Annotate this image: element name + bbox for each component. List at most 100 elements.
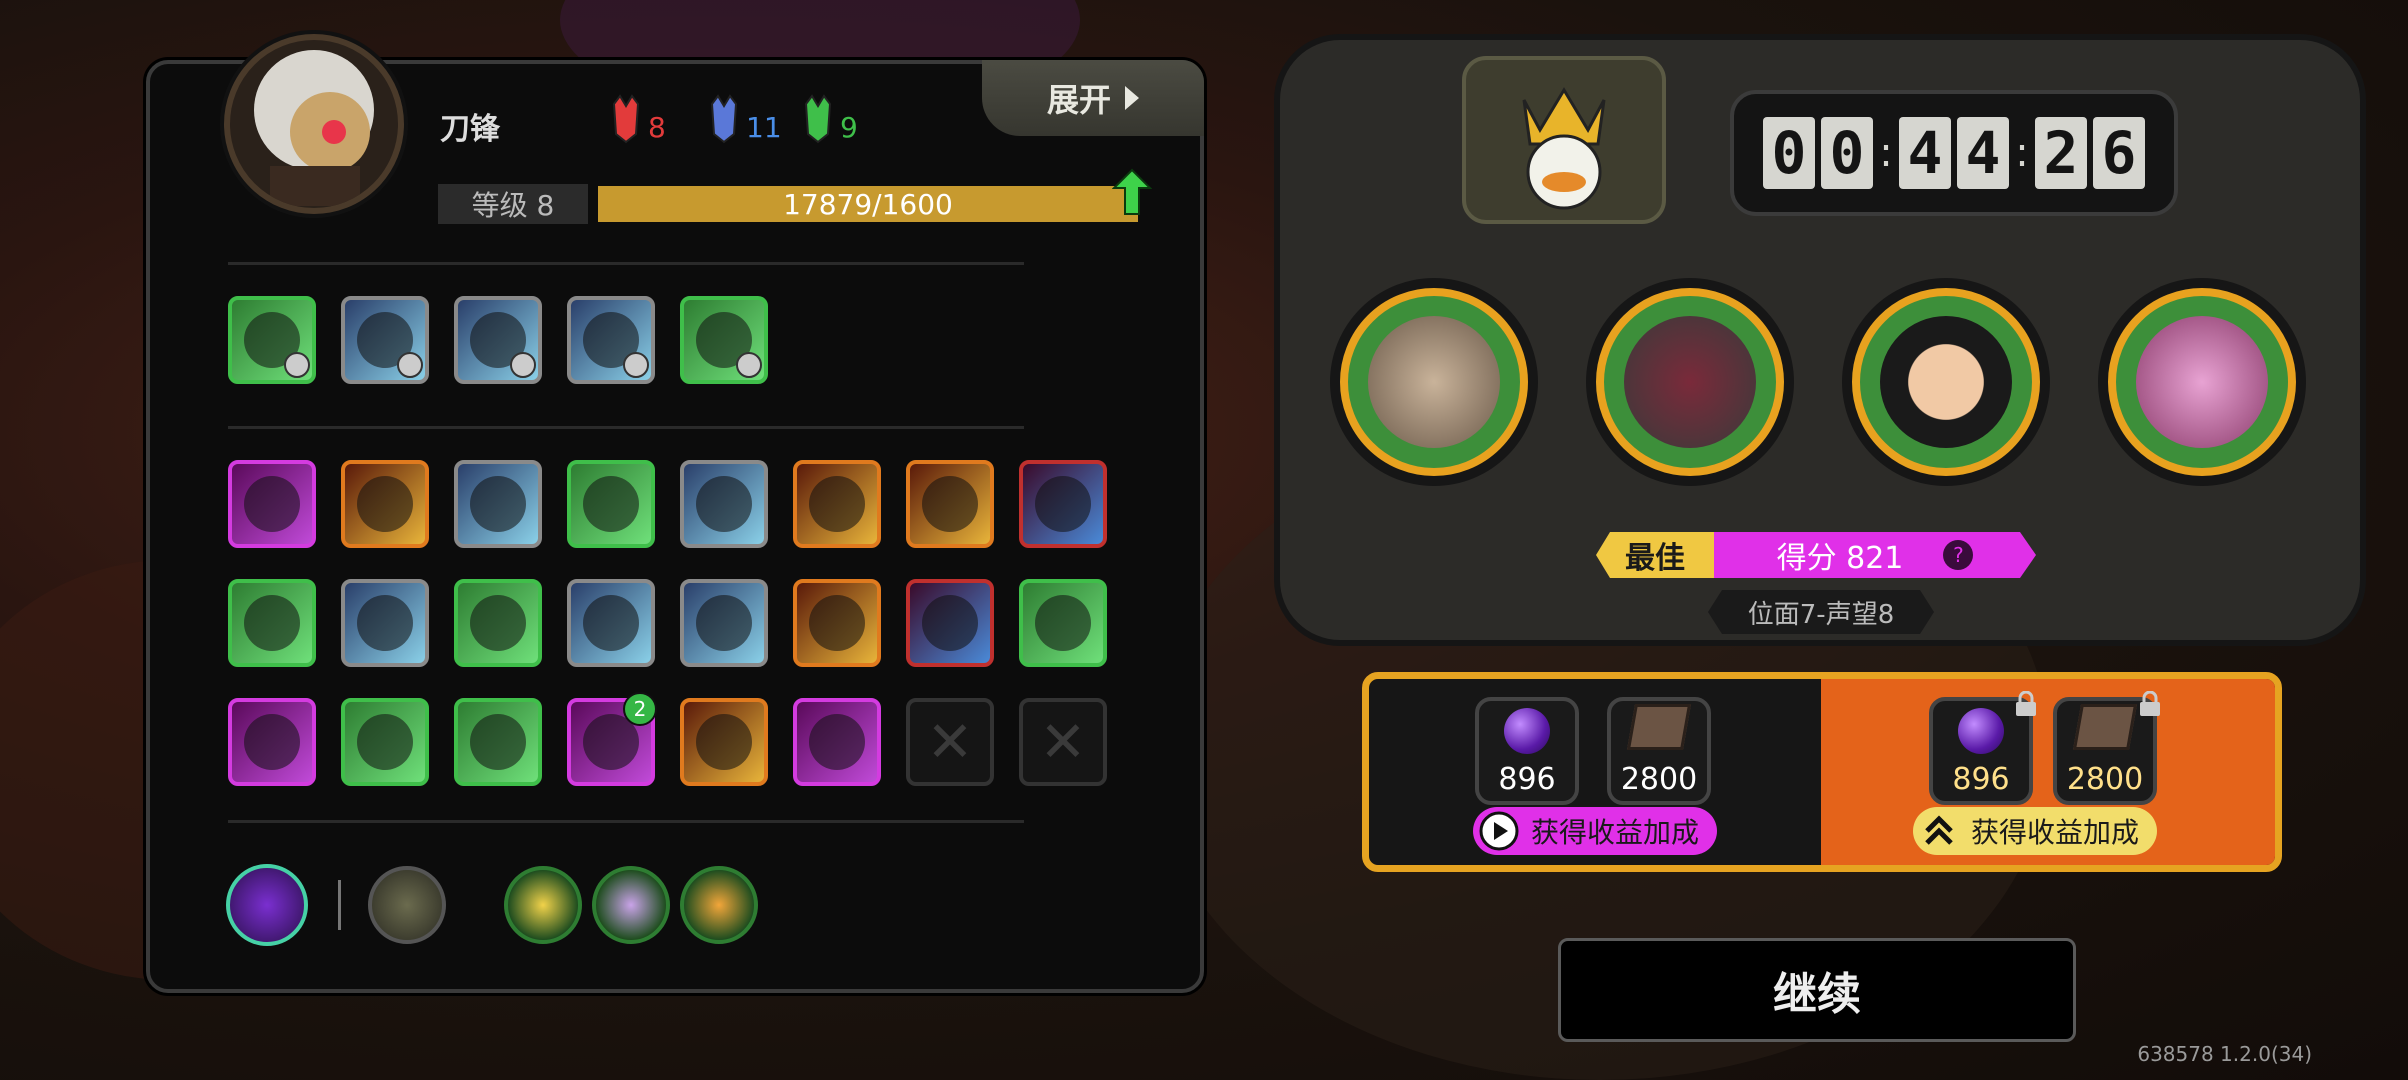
timer-digit: 6 [2093, 117, 2145, 189]
inventory-slot[interactable]: ✕ [906, 698, 994, 786]
inventory-slot[interactable] [906, 579, 994, 667]
book-icon [1626, 704, 1692, 750]
bonus-label: 获得收益加成 [1971, 816, 2140, 849]
equipment-slot[interactable] [341, 296, 429, 384]
inventory-slot[interactable] [680, 460, 768, 548]
red-mask-icon [612, 94, 640, 144]
timer-colon: : [1879, 130, 1893, 176]
green-tooth-icon [809, 595, 865, 651]
burst-trait-icon[interactable] [680, 866, 758, 944]
lightning-eye-icon [696, 476, 752, 532]
reward-amount: 896 [1498, 762, 1556, 797]
equipment-slot[interactable] [228, 296, 316, 384]
purple-gem-icon [809, 714, 865, 770]
expand-button[interactable]: 展开 [982, 60, 1204, 136]
play-icon [1479, 811, 1519, 851]
inventory-slot[interactable] [793, 698, 881, 786]
inventory-slot[interactable] [1019, 460, 1107, 548]
inventory-slot[interactable] [680, 698, 768, 786]
inventory-slot[interactable] [454, 579, 542, 667]
slot-type-icon [736, 352, 762, 378]
inventory-slot[interactable] [906, 460, 994, 548]
inventory-slot[interactable] [454, 460, 542, 548]
red-figure-icon [244, 476, 300, 532]
watch-ad-bonus-button[interactable]: 获得收益加成 [1473, 807, 1718, 855]
tower-trait-icon[interactable] [592, 866, 670, 944]
reward-amount: 896 [1952, 762, 2010, 797]
yellow-arrows-icon [357, 476, 413, 532]
claws-icon [922, 476, 978, 532]
inventory-slot[interactable] [341, 579, 429, 667]
reward-book: 2800 [1607, 697, 1711, 805]
purple-orb-icon [1958, 708, 2004, 754]
equipment-slot[interactable] [454, 296, 542, 384]
xp-bar: 17879/1600 [598, 186, 1138, 222]
inventory-slot[interactable] [228, 460, 316, 548]
timer-digit: 0 [1763, 117, 1815, 189]
equipment-slot[interactable] [680, 296, 768, 384]
purple-hand-icon [244, 595, 300, 651]
continue-button[interactable]: 继续 [1558, 938, 2076, 1042]
blue-mask-icon [710, 94, 738, 144]
inventory-slot[interactable] [567, 460, 655, 548]
masked-face-icon [922, 595, 978, 651]
inventory-slot[interactable] [793, 579, 881, 667]
inventory-slot[interactable] [567, 579, 655, 667]
inventory-slot[interactable] [228, 579, 316, 667]
inventory-slot[interactable] [793, 460, 881, 548]
slot-type-icon [623, 352, 649, 378]
inventory-slot[interactable] [680, 579, 768, 667]
hero-slot-1[interactable] [1330, 278, 1538, 486]
green-shield-icon [1035, 476, 1091, 532]
red-wolf-icon [1035, 595, 1091, 651]
expand-label: 展开 [1046, 81, 1111, 119]
timer-digit: 4 [1957, 117, 2009, 189]
hero-slot-4[interactable] [2098, 278, 2306, 486]
inventory-slot[interactable] [454, 698, 542, 786]
stage-label: 位面7-声望8 [1708, 590, 1934, 634]
resource-green: 9 [802, 94, 858, 144]
hero-slot-3[interactable] [1842, 278, 2050, 486]
dagger-icon [696, 714, 752, 770]
premium-bonus-button[interactable]: 获得收益加成 [1913, 807, 2158, 855]
hero-slot-2[interactable] [1586, 278, 1794, 486]
pepper-item-icon[interactable] [368, 866, 446, 944]
level-label: 等级 8 [438, 184, 588, 224]
green-mask-icon [804, 94, 832, 144]
reward-amount: 2800 [2066, 762, 2144, 797]
pink-brain-hero-icon [2136, 316, 2268, 448]
red-maw-icon [244, 714, 300, 770]
character-panel: 刀锋 8 11 9 展开 等级 8 17879/1600 2 ✕ ✕ [146, 34, 1204, 993]
version-label: 638578 1.2.0(34) [2137, 1042, 2312, 1066]
best-label: 最佳 [1596, 532, 1714, 578]
inventory-slot[interactable] [341, 698, 429, 786]
equipment-slot[interactable] [567, 296, 655, 384]
slot-type-icon [284, 352, 310, 378]
robot-mask-hero-icon [1368, 316, 1500, 448]
reward-panel: 896 2800 896 2800 获得收益加成 获得收益加成 [1362, 672, 2282, 872]
purple-cells-icon [583, 476, 639, 532]
red-tentacle-icon [357, 714, 413, 770]
inventory-slot[interactable]: ✕ [1019, 698, 1107, 786]
lock-icon [2140, 691, 2160, 716]
blue-slash-icon [470, 595, 526, 651]
level-up-arrow-icon[interactable] [1112, 168, 1152, 216]
divider [228, 426, 1024, 429]
inventory-slot[interactable] [1019, 579, 1107, 667]
inventory-slot[interactable]: 2 [567, 692, 657, 786]
lock-icon [2016, 691, 2036, 716]
purple-pot-icon [583, 595, 639, 651]
help-icon[interactable]: ? [1943, 540, 1973, 570]
double-chevron-up-icon [1925, 815, 1953, 845]
flame-trait-icon[interactable] [504, 866, 582, 944]
timer-colon: : [2015, 130, 2029, 176]
run-timer: 0 0 : 4 4 : 2 6 [1730, 90, 2178, 216]
timer-digit: 2 [2035, 117, 2087, 189]
rune-coin-icon [809, 476, 865, 532]
inventory-slot[interactable] [341, 460, 429, 548]
bonus-label: 获得收益加成 [1531, 816, 1700, 849]
inventory-slot[interactable] [228, 698, 316, 786]
slot-type-icon [397, 352, 423, 378]
active-skill-icon[interactable] [226, 864, 308, 946]
timer-digit: 4 [1899, 117, 1951, 189]
